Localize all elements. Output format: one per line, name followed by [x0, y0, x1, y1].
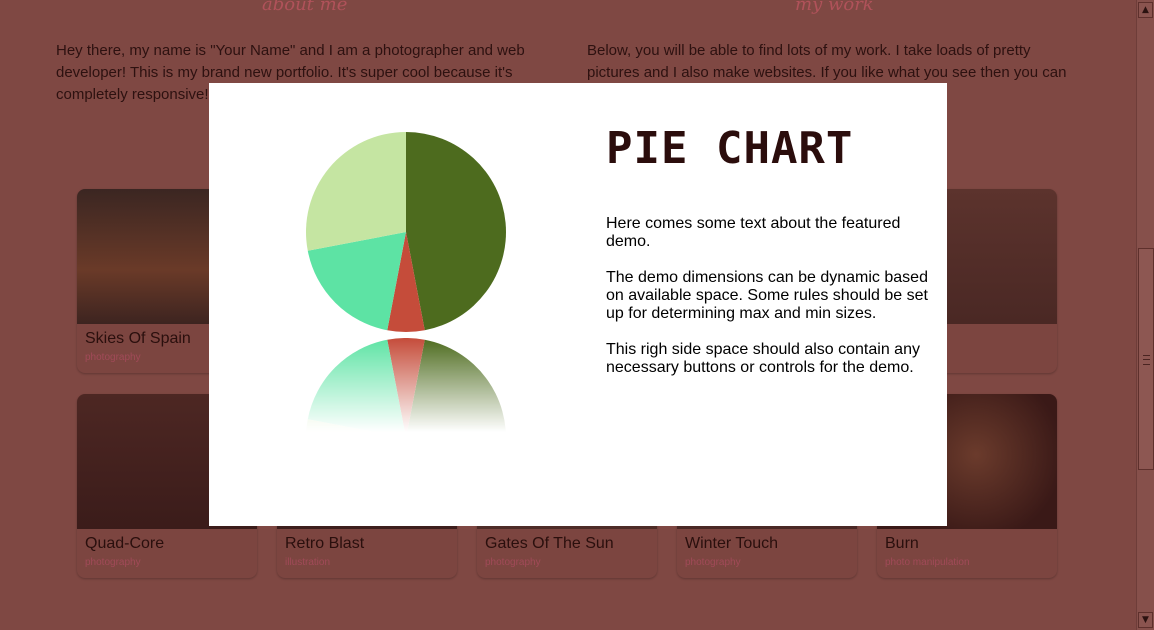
card-category: photo manipulation	[885, 557, 970, 568]
card-title: Burn	[885, 535, 919, 552]
about-heading: about me	[262, 0, 348, 15]
scroll-up-button[interactable]: ▲	[1138, 2, 1153, 18]
scroll-down-button[interactable]: ▼	[1138, 612, 1153, 628]
pie-chart	[306, 132, 507, 432]
card-category: photography	[85, 557, 141, 568]
card-category: photography	[85, 352, 141, 363]
modal-title: PIE CHART	[606, 123, 854, 174]
modal-description: Here comes some text about the featured …	[606, 215, 936, 395]
pie-reflection	[306, 338, 506, 432]
modal-paragraph: The demo dimensions can be dynamic based…	[606, 269, 928, 322]
pie-slice-0	[406, 132, 507, 331]
work-heading: my work	[795, 0, 874, 15]
card-title: Quad-Core	[85, 535, 165, 552]
demo-modal: PIE CHART Here comes some text about the…	[209, 83, 947, 526]
card-title: Gates Of The Sun	[485, 535, 614, 552]
page-scrollbar[interactable]: ▲ ▼	[1136, 0, 1154, 630]
pie-slices	[306, 132, 507, 332]
card-title: Retro Blast	[285, 535, 365, 552]
pie-chart-container	[305, 132, 507, 442]
modal-paragraph: Here comes some text about the featured …	[606, 215, 901, 250]
grip-icon	[1143, 355, 1150, 365]
modal-paragraph: This righ side space should also contain…	[606, 341, 920, 376]
pie-slice-3	[306, 132, 406, 251]
card-title: Winter Touch	[685, 535, 779, 552]
card-title: Skies Of Spain	[85, 330, 191, 347]
card-category: photography	[685, 557, 741, 568]
card-category: photography	[485, 557, 541, 568]
card-category: illustration	[285, 557, 331, 568]
scroll-thumb[interactable]	[1138, 248, 1154, 470]
